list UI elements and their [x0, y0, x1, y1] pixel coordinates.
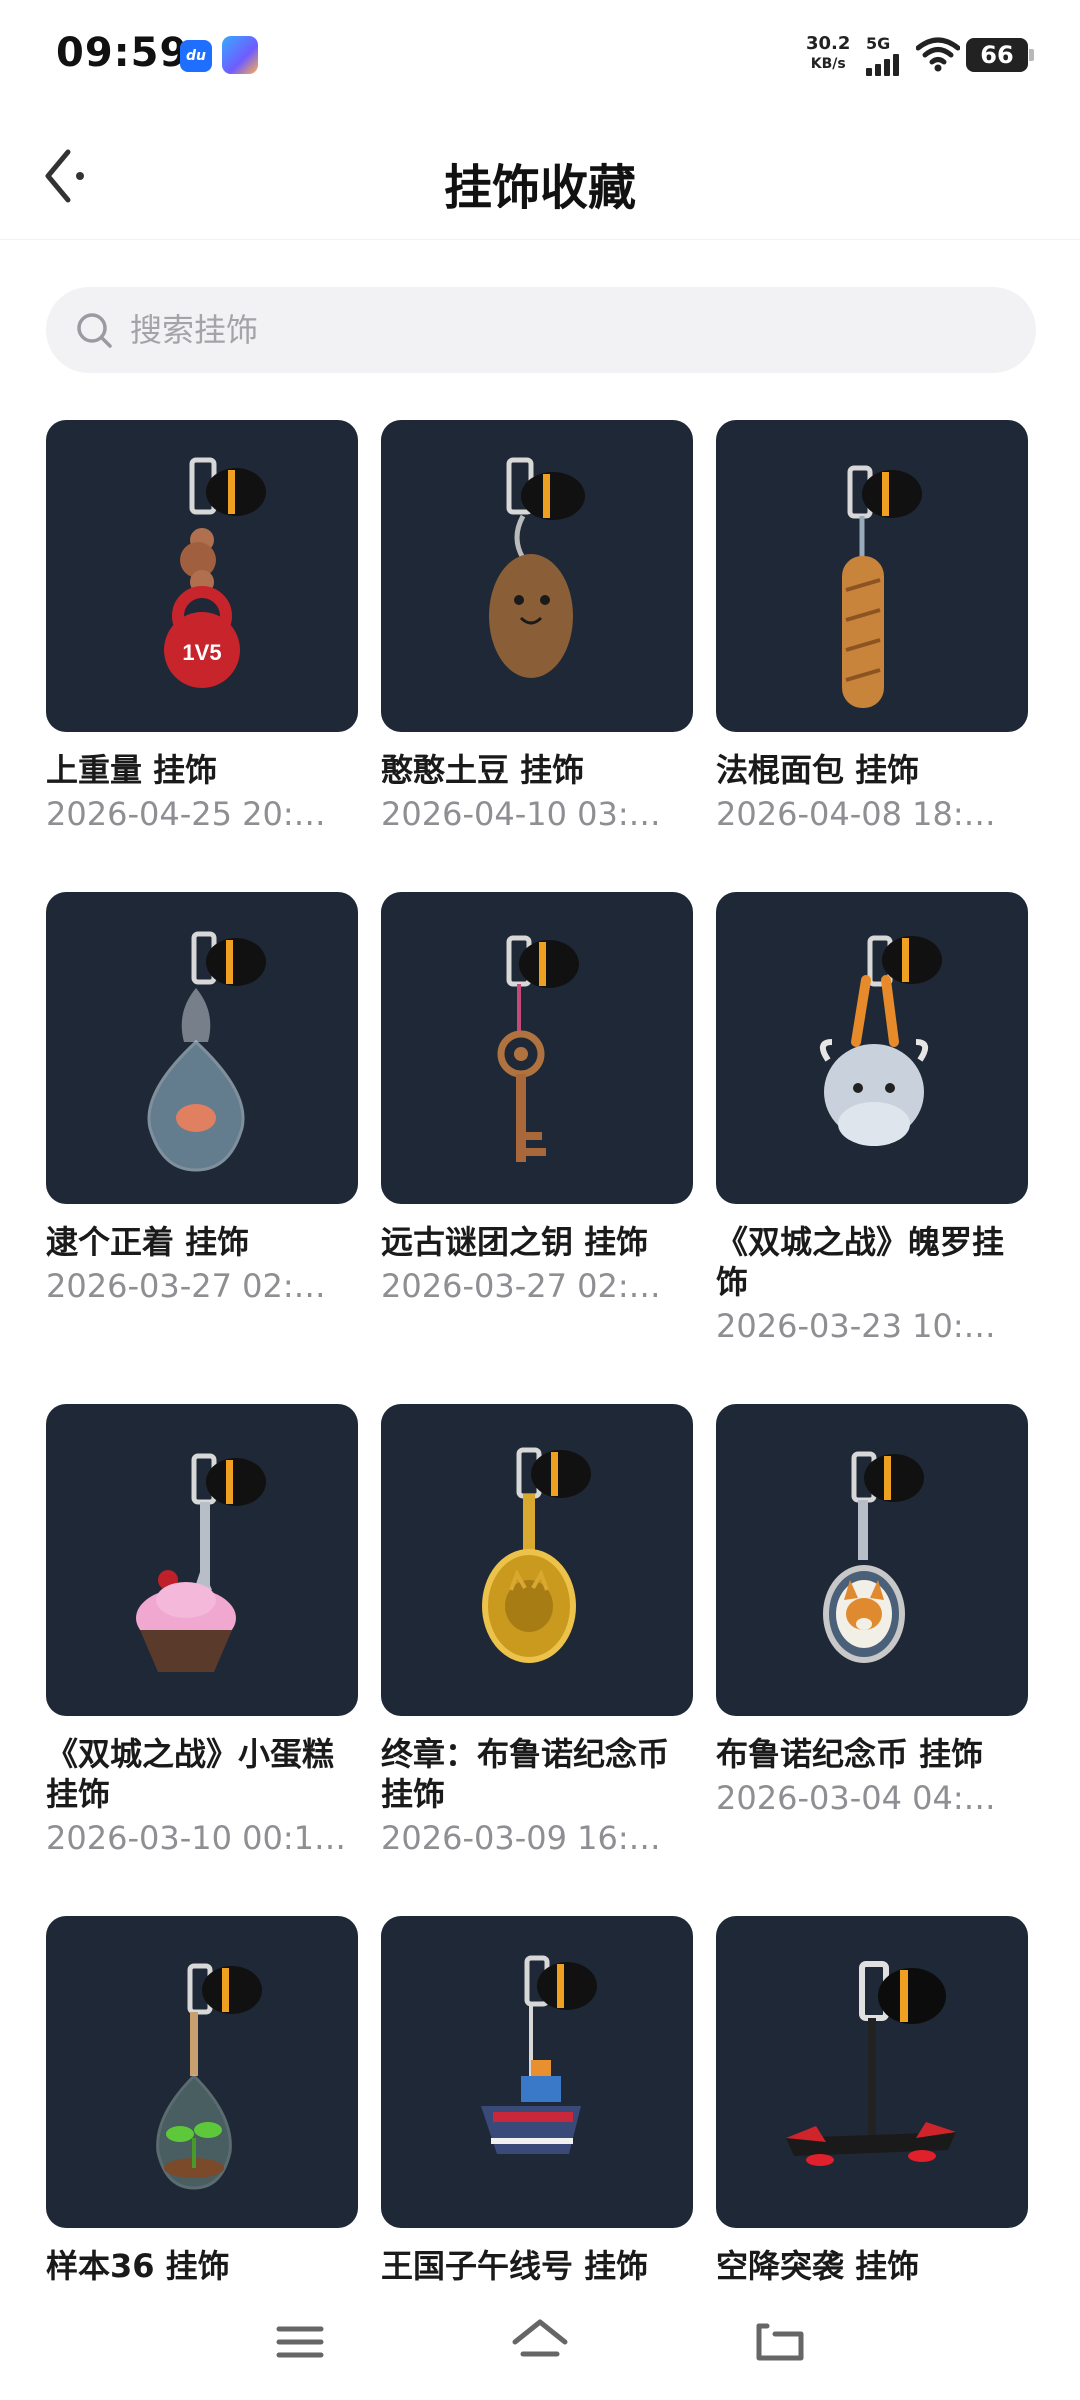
home-icon[interactable]: [505, 2312, 575, 2372]
charm-name: 布鲁诺纪念币 挂饰: [716, 1735, 984, 1773]
system-nav-bar: [0, 2290, 1080, 2400]
charm-thumbnail: [46, 1916, 358, 2228]
charm-thumbnail: [716, 892, 1028, 1204]
charm-name: 《双城之战》小蛋糕挂饰: [46, 1735, 335, 1813]
page-title: 挂饰收藏: [443, 160, 636, 216]
charm-name: 样本36 挂饰: [46, 2247, 230, 2285]
charm-thumbnail: [381, 1916, 693, 2228]
charm-date: 2026-03-04 04:…: [716, 1779, 996, 1817]
charm-thumbnail: [716, 1404, 1028, 1716]
corgi-coin-charm-image: [823, 1451, 924, 1663]
signal-icon: [866, 52, 906, 76]
charm-name: 王国子午线号 挂饰: [381, 2247, 649, 2285]
battery-icon: 66: [966, 38, 1034, 72]
baguette-charm-image: [842, 465, 922, 708]
key-charm-image: [497, 935, 579, 1162]
charm-thumbnail: [716, 420, 1028, 732]
charm-name: 远古谜团之钥 挂饰: [381, 1223, 649, 1261]
network-speed: 30.2 KB/s: [806, 34, 850, 74]
charm-name: 终章：布鲁诺纪念币挂饰: [381, 1735, 670, 1813]
charm-thumbnail: [381, 892, 693, 1204]
return-icon[interactable]: [745, 2312, 815, 2372]
search-input[interactable]: [130, 287, 1010, 373]
network-type: 5G: [866, 34, 891, 53]
charm-name: 憨憨土豆 挂饰: [381, 751, 585, 789]
charm-name: 空降突袭 挂饰: [716, 2247, 920, 2285]
potato-charm-image: [489, 457, 585, 678]
jar-charm-image: [147, 931, 266, 1172]
charm-name: 逮个正着 挂饰: [46, 1223, 250, 1261]
menu-icon[interactable]: [265, 2312, 335, 2372]
poro-charm-image: [819, 935, 942, 1146]
charm-name: 上重量 挂饰: [46, 751, 218, 789]
charm-date: 2026-03-27 02:…: [381, 1267, 661, 1305]
cupcake-charm-image: [136, 1453, 266, 1672]
charm-thumbnail: [381, 420, 693, 732]
charm-date: 2026-03-09 16:…: [381, 1819, 661, 1857]
status-bar: 09:59 du 30.2 KB/s 5G 66: [0, 0, 1080, 110]
svg-text:1V5: 1V5: [182, 640, 221, 665]
search-icon: [77, 313, 112, 348]
gold-coin-charm-image: [482, 1447, 591, 1663]
kettlebell-charm-image: 1V5: [164, 457, 266, 688]
plant-flask-charm-image: [156, 1963, 262, 2190]
wifi-icon: [916, 37, 960, 72]
charm-date: 2026-04-25 20:…: [46, 795, 326, 833]
network-speed-unit: KB/s: [810, 56, 846, 72]
charm-date: 2026-04-08 18:…: [716, 795, 996, 833]
charm-thumbnail: [716, 1916, 1028, 2228]
charm-date: 2026-03-10 00:1…: [46, 1819, 346, 1857]
hoverboard-charm-image: [786, 1961, 956, 2166]
charm-date: 2026-04-10 03:…: [381, 795, 661, 833]
notification-app-icon: du: [180, 40, 212, 72]
charm-thumbnail: [381, 1404, 693, 1716]
charm-name: 《双城之战》魄罗挂饰: [716, 1223, 1005, 1301]
status-time: 09:59: [56, 30, 189, 76]
charm-thumbnail: 1V5: [46, 420, 358, 732]
charm-name: 法棍面包 挂饰: [716, 751, 920, 789]
charm-date: 2026-03-27 02:…: [46, 1267, 326, 1305]
ship-charm-image: [481, 1955, 597, 2154]
search-bar[interactable]: [46, 287, 1036, 373]
battery-level: 66: [980, 41, 1014, 69]
charm-thumbnail: [46, 1404, 358, 1716]
network-speed-value: 30.2: [806, 33, 851, 54]
charm-thumbnail: [46, 892, 358, 1204]
top-app-bar: 挂饰收藏: [0, 110, 1080, 240]
charm-collection-screen: 09:59 du 30.2 KB/s 5G 66 挂饰收藏 搜索挂饰 1V5 上…: [0, 0, 1080, 2400]
charm-date: 2026-03-23 10:…: [716, 1307, 996, 1345]
notification-app-icon-2: [222, 36, 258, 74]
